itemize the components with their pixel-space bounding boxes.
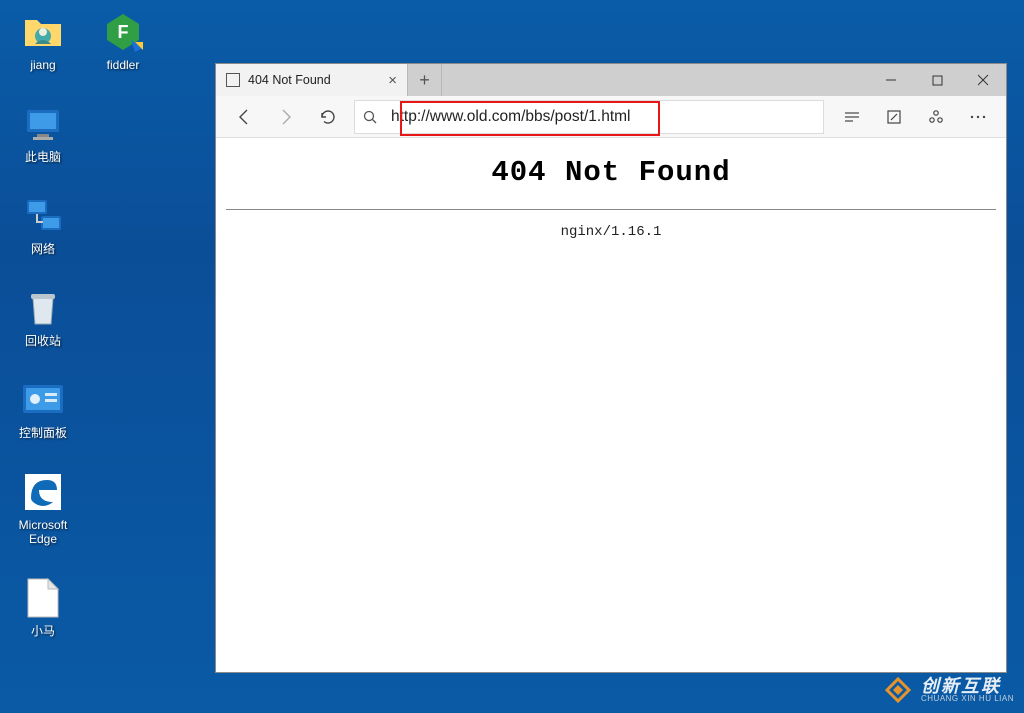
desktop-icon-label: 回收站 bbox=[25, 334, 61, 348]
browser-window: 404 Not Found × + bbox=[215, 63, 1007, 673]
tab-title: 404 Not Found bbox=[248, 73, 331, 87]
error-heading: 404 Not Found bbox=[226, 156, 996, 189]
desktop-icon-recycle-bin[interactable]: 回收站 bbox=[8, 286, 78, 348]
tab-bar: 404 Not Found × + bbox=[216, 64, 1006, 96]
share-button[interactable] bbox=[916, 99, 956, 135]
desktop-icon-xiaoma[interactable]: 小马 bbox=[8, 576, 78, 638]
server-info: nginx/1.16.1 bbox=[226, 224, 996, 240]
watermark-cn: 创新互联 bbox=[921, 677, 1014, 695]
file-icon bbox=[21, 576, 65, 620]
search-icon[interactable] bbox=[355, 109, 385, 125]
desktop-icon-this-pc[interactable]: 此电脑 bbox=[8, 102, 78, 164]
minimize-button[interactable] bbox=[868, 64, 914, 96]
network-icon bbox=[21, 194, 65, 238]
window-controls bbox=[868, 64, 1006, 96]
desktop-icon-label: 网络 bbox=[31, 242, 55, 256]
desktop-icon-label: 此电脑 bbox=[25, 150, 61, 164]
watermark-text: 创新互联 CHUANG XIN HU LIAN bbox=[921, 677, 1014, 703]
desktop-icons-column-2: F fiddler bbox=[88, 10, 158, 72]
page-icon bbox=[226, 73, 240, 87]
desktop-icons-column-1: jiang 此电脑 网络 回收站 控制面板 bbox=[8, 10, 78, 638]
desktop-icon-label: 控制面板 bbox=[19, 426, 67, 440]
browser-toolbar bbox=[216, 96, 1006, 138]
address-bar bbox=[354, 100, 824, 134]
window-close-button[interactable] bbox=[960, 64, 1006, 96]
tab-close-button[interactable]: × bbox=[388, 72, 397, 89]
svg-text:F: F bbox=[118, 22, 129, 42]
reading-view-button[interactable] bbox=[832, 99, 872, 135]
desktop-icon-label: fiddler bbox=[107, 58, 140, 72]
more-button[interactable] bbox=[958, 99, 998, 135]
notes-button[interactable] bbox=[874, 99, 914, 135]
fiddler-icon: F bbox=[101, 10, 145, 54]
desktop-icon-label: 小马 bbox=[31, 624, 55, 638]
new-tab-button[interactable]: + bbox=[408, 64, 442, 96]
edge-icon bbox=[21, 470, 65, 514]
desktop-icon-user-folder[interactable]: jiang bbox=[8, 10, 78, 72]
desktop: jiang 此电脑 网络 回收站 控制面板 bbox=[0, 0, 1024, 713]
refresh-button[interactable] bbox=[308, 99, 348, 135]
back-button[interactable] bbox=[224, 99, 264, 135]
this-pc-icon bbox=[21, 102, 65, 146]
watermark-en: CHUANG XIN HU LIAN bbox=[921, 695, 1014, 703]
browser-tab[interactable]: 404 Not Found × bbox=[216, 64, 408, 96]
desktop-icon-edge[interactable]: Microsoft Edge bbox=[8, 470, 78, 546]
desktop-icon-label: jiang bbox=[30, 58, 55, 72]
desktop-icon-fiddler[interactable]: F fiddler bbox=[88, 10, 158, 72]
url-input[interactable] bbox=[385, 101, 823, 133]
desktop-icon-control-panel[interactable]: 控制面板 bbox=[8, 378, 78, 440]
recycle-bin-icon bbox=[21, 286, 65, 330]
watermark-logo-icon bbox=[883, 675, 913, 705]
user-folder-icon bbox=[21, 10, 65, 54]
desktop-icon-label: Microsoft Edge bbox=[8, 518, 78, 546]
watermark: 创新互联 CHUANG XIN HU LIAN bbox=[883, 675, 1014, 705]
page-content: 404 Not Found nginx/1.16.1 bbox=[216, 138, 1006, 672]
forward-button[interactable] bbox=[266, 99, 306, 135]
maximize-button[interactable] bbox=[914, 64, 960, 96]
desktop-icon-network[interactable]: 网络 bbox=[8, 194, 78, 256]
control-panel-icon bbox=[21, 378, 65, 422]
divider bbox=[226, 209, 996, 210]
